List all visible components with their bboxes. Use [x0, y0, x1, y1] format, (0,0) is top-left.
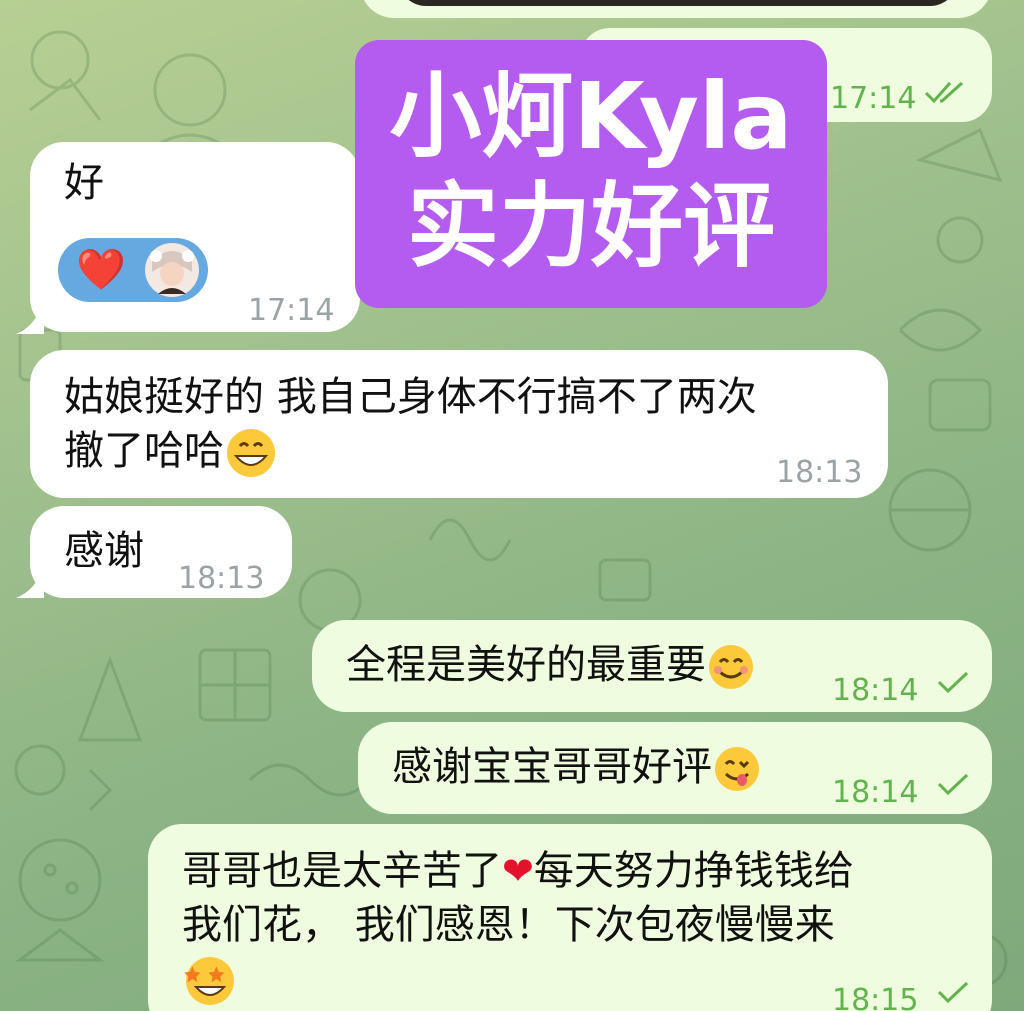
message-text: 全程是美好的最重要 — [346, 642, 706, 688]
message-bubble-outgoing[interactable]: 哥哥也是太辛苦了❤每天努力挣钱钱给 我们花， 我们感恩！下次包夜慢慢来 18:1… — [148, 824, 992, 1011]
avatar — [145, 243, 199, 297]
banner-line-2: 实力好评 — [406, 173, 775, 280]
message-time: 18:13 — [776, 455, 863, 490]
message-text: 每天努力挣钱钱给 — [533, 848, 854, 894]
watermark-banner: 小炣Kyla 实力好评 — [355, 40, 827, 308]
message-text: 撤了哈哈 — [64, 428, 224, 474]
media-attachment[interactable] — [360, 0, 992, 18]
message-bubble-incoming[interactable]: 姑娘挺好的 我自己身体不行搞不了两次 撤了哈哈 18:13 — [30, 350, 888, 498]
message-time: 17:14 — [248, 293, 335, 328]
message-time: 18:15 — [832, 983, 919, 1011]
chat-background: 17:14 好 ❤️ 17:14 小炣Kyla 实力好评 姑娘挺好的 我自己身体… — [0, 0, 1024, 1011]
banner-line-1: 小炣Kyla — [389, 63, 793, 170]
grinning-face-icon — [227, 429, 275, 477]
message-text: 哥哥也是太辛苦了 — [182, 848, 502, 894]
reaction-heart-icon: ❤️ — [76, 247, 126, 293]
red-heart-icon: ❤ — [502, 849, 534, 893]
message-text: 姑娘挺好的 我自己身体不行搞不了两次 — [64, 374, 757, 420]
message-bubble-incoming[interactable]: 感谢 18:13 — [30, 506, 292, 598]
check-icon — [937, 671, 969, 694]
message-text: 感谢宝宝哥哥好评 — [392, 744, 712, 790]
message-bubble-outgoing[interactable]: 全程是美好的最重要 18:14 — [312, 620, 992, 712]
message-time: 18:14 — [832, 673, 919, 708]
message-text: 感谢 — [64, 528, 144, 574]
smiling-face-icon — [709, 645, 753, 689]
bubble-tail — [16, 566, 44, 598]
reaction-chip[interactable]: ❤️ — [58, 238, 208, 302]
star-struck-face-icon — [184, 957, 234, 1005]
message-bubble-outgoing[interactable]: 感谢宝宝哥哥好评 18:14 — [358, 722, 992, 814]
bubble-tail — [16, 300, 44, 334]
message-text: 我们花， 我们感恩！下次包夜慢慢来 — [182, 902, 835, 948]
double-check-icon — [924, 81, 964, 104]
check-icon — [937, 981, 969, 1004]
yum-face-icon — [715, 747, 759, 791]
check-icon — [937, 773, 969, 796]
message-bubble-incoming[interactable]: 好 ❤️ 17:14 — [30, 142, 360, 332]
message-text: 好 — [64, 160, 104, 206]
message-time: 18:14 — [832, 775, 919, 810]
message-time: 17:14 — [830, 81, 917, 116]
message-time: 18:13 — [178, 561, 265, 596]
